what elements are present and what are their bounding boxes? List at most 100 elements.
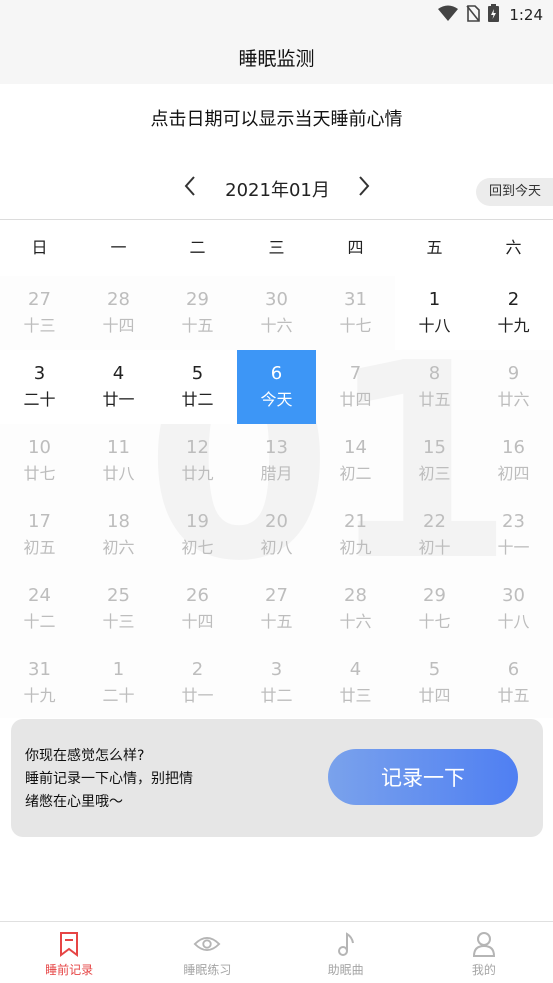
- day-number: 30: [502, 585, 525, 606]
- calendar-day[interactable]: 30 十八: [474, 572, 553, 646]
- calendar-day-selected[interactable]: 6 今天: [237, 350, 316, 424]
- day-number: 23: [502, 511, 525, 532]
- calendar-day[interactable]: 24 十二: [0, 572, 79, 646]
- calendar-day[interactable]: 27 十三: [0, 276, 79, 350]
- lunar-date: 初七: [181, 538, 214, 557]
- day-number: 15: [423, 437, 446, 458]
- calendar-day[interactable]: 2 廿一: [158, 646, 237, 718]
- calendar-day[interactable]: 10 廿七: [0, 424, 79, 498]
- calendar-day[interactable]: 29 十五: [158, 276, 237, 350]
- lunar-date: 廿五: [497, 686, 530, 705]
- calendar-day[interactable]: 28 十四: [79, 276, 158, 350]
- calendar-day[interactable]: 6 廿五: [474, 646, 553, 718]
- calendar-day[interactable]: 29 十七: [395, 572, 474, 646]
- calendar-day[interactable]: 9 廿六: [474, 350, 553, 424]
- calendar-day[interactable]: 20 初八: [237, 498, 316, 572]
- status-time: 1:24: [509, 6, 543, 24]
- calendar-week-row: 27 十三 28 十四 29 十五 30 十六 31 十七 1 十八 2 十九: [0, 276, 553, 350]
- mood-prompt-line: 绪憋在心里哦～: [25, 794, 123, 810]
- lunar-date: 十四: [102, 316, 135, 335]
- calendar-day[interactable]: 12 廿九: [158, 424, 237, 498]
- record-mood-button[interactable]: 记录一下: [328, 749, 518, 805]
- tab-mine[interactable]: 我的: [415, 922, 553, 983]
- calendar-day[interactable]: 15 初三: [395, 424, 474, 498]
- lunar-date: 初六: [102, 538, 135, 557]
- day-number: 18: [107, 511, 130, 532]
- lunar-date: 廿四: [339, 390, 372, 409]
- calendar-week-row: 3 二十 4 廿一 5 廿二 6 今天 7 廿四 8 廿五 9 廿六: [0, 350, 553, 424]
- weekday-label: 五: [426, 238, 443, 257]
- calendar-day[interactable]: 1 十八: [395, 276, 474, 350]
- calendar-day[interactable]: 22 初十: [395, 498, 474, 572]
- weekday-label: 三: [268, 238, 285, 257]
- day-number: 2: [191, 659, 204, 680]
- calendar-day[interactable]: 17 初五: [0, 498, 79, 572]
- calendar-day[interactable]: 23 十一: [474, 498, 553, 572]
- calendar-day[interactable]: 31 十九: [0, 646, 79, 718]
- calendar-day[interactable]: 30 十六: [237, 276, 316, 350]
- day-number: 30: [265, 289, 288, 310]
- lunar-date: 二十: [23, 390, 56, 409]
- calendar-day[interactable]: 27 十五: [237, 572, 316, 646]
- tab-sleep-record[interactable]: 睡前记录: [0, 922, 138, 983]
- calendar-day[interactable]: 16 初四: [474, 424, 553, 498]
- tab-label: 助眠曲: [327, 963, 364, 977]
- day-number: 16: [502, 437, 525, 458]
- lunar-date: 十七: [339, 316, 372, 335]
- day-number: 29: [423, 585, 446, 606]
- calendar-day[interactable]: 26 十四: [158, 572, 237, 646]
- calendar-day[interactable]: 28 十六: [316, 572, 395, 646]
- calendar-day[interactable]: 4 廿三: [316, 646, 395, 718]
- calendar-day[interactable]: 3 廿二: [237, 646, 316, 718]
- next-month-button[interactable]: [350, 174, 378, 202]
- tab-sleep-music[interactable]: 助眠曲: [277, 922, 415, 983]
- battery-charging-icon: [488, 4, 500, 26]
- lunar-date: 十九: [497, 316, 530, 335]
- calendar-day[interactable]: 11 廿八: [79, 424, 158, 498]
- calendar-day[interactable]: 18 初六: [79, 498, 158, 572]
- calendar-day[interactable]: 13 腊月: [237, 424, 316, 498]
- calendar-day[interactable]: 14 初二: [316, 424, 395, 498]
- calendar-day[interactable]: 8 廿五: [395, 350, 474, 424]
- day-number: 5: [428, 659, 441, 680]
- day-number: 6: [507, 659, 520, 680]
- day-number: 19: [186, 511, 209, 532]
- day-number: 8: [428, 363, 441, 384]
- day-number: 2: [507, 289, 520, 310]
- lunar-date: 十八: [497, 612, 530, 631]
- lunar-date: 初十: [418, 538, 451, 557]
- calendar-day[interactable]: 2 十九: [474, 276, 553, 350]
- calendar-day[interactable]: 7 廿四: [316, 350, 395, 424]
- calendar-day[interactable]: 31 十七: [316, 276, 395, 350]
- day-number: 3: [270, 659, 283, 680]
- lunar-date: 初九: [339, 538, 372, 557]
- calendar-day[interactable]: 5 廿四: [395, 646, 474, 718]
- back-to-today-button[interactable]: 回到今天: [476, 178, 553, 206]
- day-number: 21: [344, 511, 367, 532]
- lunar-date: 十八: [418, 316, 451, 335]
- user-icon: [470, 930, 498, 958]
- calendar-day[interactable]: 5 廿二: [158, 350, 237, 424]
- lunar-date: 廿三: [339, 686, 372, 705]
- lunar-date: 初二: [339, 464, 372, 483]
- lunar-date: 十四: [181, 612, 214, 631]
- day-number: 4: [349, 659, 362, 680]
- calendar-grid: 01 27 十三 28 十四 29 十五 30 十六 31 十七 1 十八 2 十九 3 二十 4 廿一 5 廿二 6 今…: [0, 276, 553, 718]
- tab-sleep-practice[interactable]: 睡眠练习: [138, 922, 276, 983]
- day-number: 17: [28, 511, 51, 532]
- calendar-day[interactable]: 1 二十: [79, 646, 158, 718]
- music-note-icon: [332, 930, 360, 958]
- calendar-day[interactable]: 19 初七: [158, 498, 237, 572]
- bottom-tab-bar: 睡前记录 睡眠练习 助眠曲 我的: [0, 921, 553, 983]
- status-icons: 1:24: [438, 4, 543, 26]
- lunar-date: 十九: [23, 686, 56, 705]
- lunar-date: 廿四: [418, 686, 451, 705]
- day-number: 28: [344, 585, 367, 606]
- day-number: 29: [186, 289, 209, 310]
- calendar-day[interactable]: 3 二十: [0, 350, 79, 424]
- calendar-day[interactable]: 25 十三: [79, 572, 158, 646]
- calendar-day[interactable]: 21 初九: [316, 498, 395, 572]
- calendar-week-row: 17 初五 18 初六 19 初七 20 初八 21 初九 22 初十 23 十一: [0, 498, 553, 572]
- day-number: 24: [28, 585, 51, 606]
- calendar-day[interactable]: 4 廿一: [79, 350, 158, 424]
